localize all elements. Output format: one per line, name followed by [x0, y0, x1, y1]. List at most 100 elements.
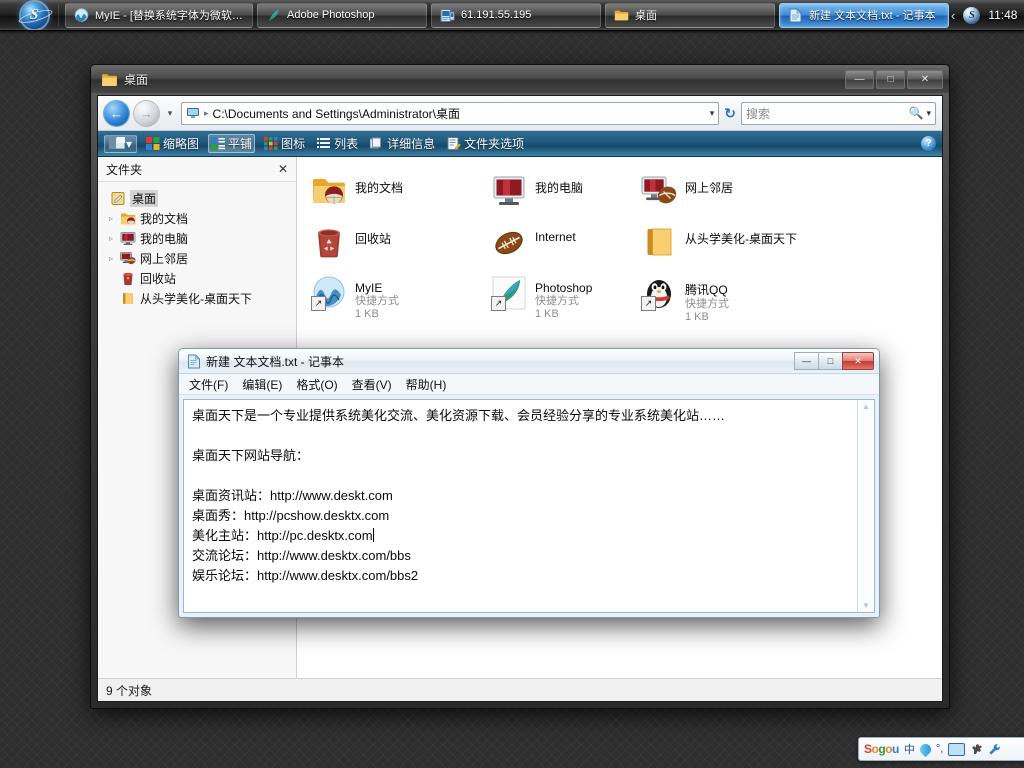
sidebar-item-desktop[interactable]: 桌面 — [98, 188, 296, 208]
close-icon[interactable]: ✕ — [278, 162, 288, 176]
shortcut-overlay-icon: ↗ — [641, 296, 656, 311]
taskbar-button-remote-desktop[interactable]: 61.191.55.195 — [431, 3, 601, 28]
search-input[interactable]: 搜索 🔍 ▾ — [741, 102, 936, 125]
notepad-window-controls: — □ ✕ — [795, 352, 874, 370]
explorer-minimize-button[interactable]: — — [845, 70, 874, 89]
scroll-down-icon[interactable]: ▼ — [862, 601, 870, 610]
file-item-desktx-folder[interactable]: 从头学美化-桌面天下 — [641, 222, 841, 273]
file-item-myie[interactable]: ↗ MyIE 快捷方式 1 KB — [311, 273, 491, 324]
wrench-icon[interactable] — [988, 743, 1001, 756]
address-input[interactable]: ▸ C:\Documents and Settings\Administrato… — [181, 102, 719, 125]
address-chevron-down-icon[interactable]: ▾ — [710, 108, 715, 119]
file-name: 我的电脑 — [535, 179, 583, 196]
help-button[interactable]: ? — [921, 136, 936, 151]
toolbar-item-list[interactable]: 列表 — [314, 134, 361, 153]
taskbar-button-photoshop[interactable]: Adobe Photoshop — [257, 3, 427, 28]
notepad-maximize-button[interactable]: □ — [818, 352, 843, 370]
file-text: 网上邻居 — [685, 173, 733, 196]
notepad-text-area[interactable]: 桌面天下是一个专业提供系统美化交流、美化资源下载、会员经验分享的专业系统美化站…… — [184, 400, 857, 612]
back-button[interactable]: ← — [104, 101, 129, 126]
search-chevron-down-icon[interactable]: ▾ — [926, 108, 931, 119]
toolbar-item-thumbnails[interactable]: 缩略图 — [143, 134, 202, 153]
taskbar-button-myie[interactable]: MyIE - [替换系统字体为微软雅... — [65, 3, 253, 28]
sogou-logo[interactable]: Sogou — [864, 742, 899, 756]
file-item-my-documents[interactable]: 我的文档 — [311, 171, 491, 222]
sidebar-item-desktx-folder[interactable]: 从头学美化-桌面天下 — [98, 288, 296, 308]
chevron-right-icon[interactable]: ▹ — [106, 234, 116, 243]
taskbar-button-notepad[interactable]: 新建 文本文档.txt - 记事本 — [779, 3, 949, 28]
file-name: 网上邻居 — [685, 179, 733, 196]
remote-desktop-icon — [440, 8, 455, 23]
menu-item-edit[interactable]: 编辑(E) — [242, 376, 282, 393]
sidebar-item-recycle-bin[interactable]: 回收站 — [98, 268, 296, 288]
sidebar-item-my-computer[interactable]: ▹ 我的电脑 — [98, 228, 296, 248]
folder-options-icon — [447, 137, 461, 150]
ime-mode-button[interactable]: 中 — [904, 741, 915, 757]
chevron-right-icon[interactable]: ▹ — [106, 214, 116, 223]
menu-item-view[interactable]: 查看(V) — [352, 376, 392, 393]
sidebar-item-my-documents[interactable]: ▹ 我的文档 — [98, 208, 296, 228]
notepad-scrollbar[interactable]: ▲ ▼ — [857, 400, 874, 612]
search-icon[interactable]: 🔍 — [909, 106, 924, 120]
sogou-letter-0: S — [864, 742, 872, 756]
file-text: 从头学美化-桌面天下 — [685, 224, 797, 247]
file-type: 快捷方式 — [355, 295, 399, 308]
notepad-close-button[interactable]: ✕ — [842, 352, 874, 370]
sidebar-item-network[interactable]: ▹ 网上邻居 — [98, 248, 296, 268]
notepad-title: 新建 文本文档.txt - 记事本 — [206, 353, 344, 370]
scroll-up-icon[interactable]: ▲ — [862, 402, 870, 411]
toolbar-label-icons: 图标 — [281, 135, 305, 152]
refresh-button[interactable]: ↻ — [724, 105, 736, 122]
search-placeholder: 搜索 — [746, 105, 909, 122]
start-button[interactable] — [14, 1, 54, 29]
file-item-my-computer[interactable]: 我的电脑 — [491, 171, 641, 222]
explorer-maximize-button[interactable]: □ — [876, 70, 905, 89]
view-mode-button[interactable]: ▾ — [104, 135, 137, 153]
ime-drop-icon[interactable] — [918, 741, 934, 757]
file-item-internet[interactable]: Internet — [491, 222, 641, 273]
file-item-photoshop[interactable]: ↗ Photoshop 快捷方式 1 KB — [491, 273, 641, 324]
toolbar-item-details[interactable]: 详细信息 — [367, 134, 438, 153]
forward-button[interactable]: → — [134, 101, 159, 126]
view-mode-caret: ▾ — [126, 137, 132, 151]
recent-pages-dropdown[interactable]: ▾ — [164, 108, 176, 119]
toolbox-icon[interactable] — [970, 743, 983, 756]
toolbar-label-list: 列表 — [334, 135, 358, 152]
file-item-qq[interactable]: ↗ 腾讯QQ 快捷方式 1 KB — [641, 273, 841, 324]
menu-item-file[interactable]: 文件(F) — [189, 376, 228, 393]
taskbar-label-notepad: 新建 文本文档.txt - 记事本 — [809, 7, 936, 23]
internet-icon — [491, 224, 527, 260]
chevron-left-icon[interactable]: ‹ — [951, 8, 955, 23]
toolbar-label-folder-options: 文件夹选项 — [464, 135, 524, 152]
explorer-close-button[interactable]: ✕ — [907, 70, 943, 89]
photoshop-icon: ↗ — [491, 275, 527, 311]
notepad-titlebar[interactable]: 新建 文本文档.txt - 记事本 — □ ✕ — [179, 349, 879, 374]
folder-icon — [101, 72, 118, 87]
folder-icon — [641, 224, 677, 260]
explorer-titlebar[interactable]: 桌面 — □ ✕ — [91, 65, 949, 93]
toolbar-item-folder-options[interactable]: 文件夹选项 — [444, 134, 527, 153]
clock[interactable]: 11:48 — [988, 8, 1017, 22]
menu-item-help[interactable]: 帮助(H) — [406, 376, 447, 393]
toolbar-item-tiles[interactable]: 平铺 — [208, 134, 255, 153]
desktop-icon — [110, 191, 126, 206]
file-text: 腾讯QQ 快捷方式 1 KB — [685, 275, 729, 324]
menu-item-format[interactable]: 格式(O) — [296, 376, 337, 393]
toolbar-label-details: 详细信息 — [387, 135, 435, 152]
file-item-recycle-bin[interactable]: 回收站 — [311, 222, 491, 273]
notepad-menubar: 文件(F) 编辑(E) 格式(O) 查看(V) 帮助(H) — [179, 374, 879, 395]
sidebar-label-my-documents: 我的文档 — [140, 210, 188, 227]
sidebar-label-desktop: 桌面 — [130, 190, 158, 207]
explorer-address-bar: ← → ▾ ▸ C:\Documents and Settings\Admini… — [98, 96, 942, 131]
tray-app-icon[interactable] — [963, 7, 980, 24]
file-item-network[interactable]: 网上邻居 — [641, 171, 841, 222]
notepad-minimize-button[interactable]: — — [794, 352, 819, 370]
network-icon — [120, 251, 136, 266]
keyboard-icon[interactable] — [948, 743, 965, 756]
taskbar-button-desktop-folder[interactable]: 桌面 — [605, 3, 775, 28]
toolbar-item-icons[interactable]: 图标 — [261, 134, 308, 153]
ime-punctuation-button[interactable]: °, — [936, 743, 943, 755]
text-caret — [373, 528, 374, 542]
chevron-right-icon[interactable]: ▹ — [106, 254, 116, 263]
taskbar-label-remote-desktop: 61.191.55.195 — [461, 9, 531, 21]
